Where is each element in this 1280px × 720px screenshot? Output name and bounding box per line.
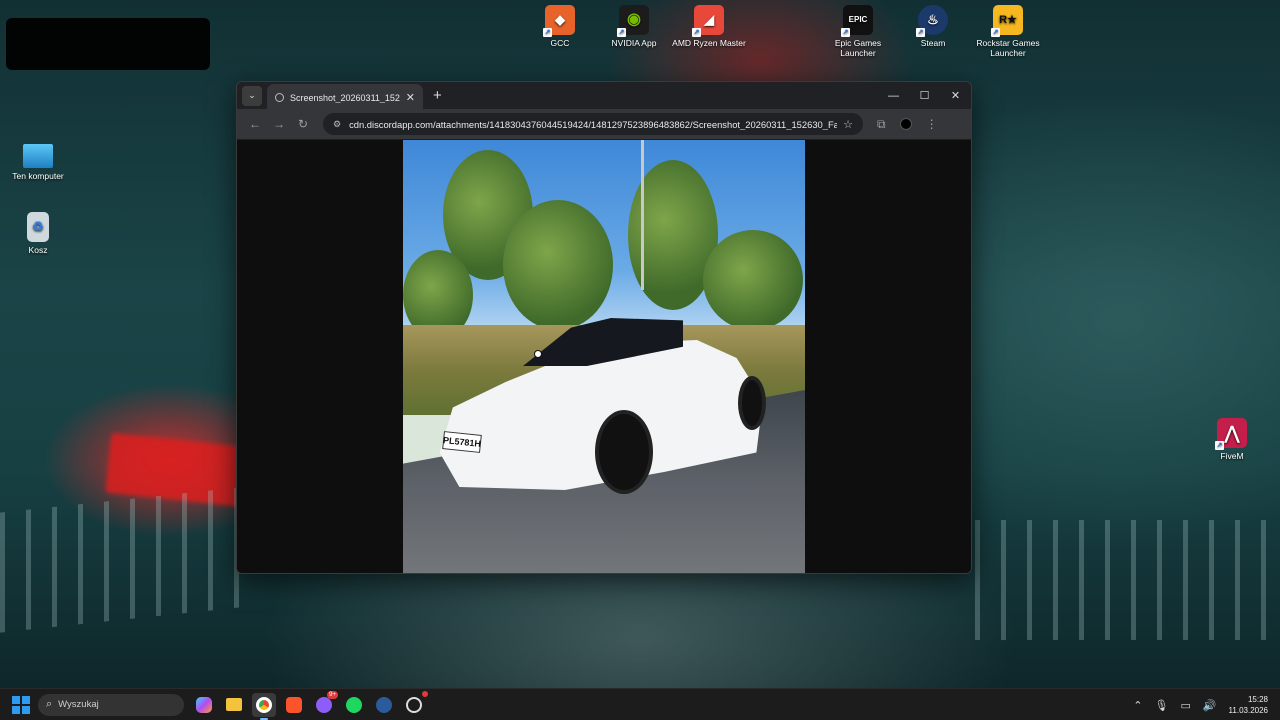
clock-date: 11.03.2026 [1228,706,1268,715]
desktop-icon-label: AMD Ryzen Master [672,38,746,48]
start-button[interactable] [12,695,30,714]
close-tab-icon[interactable]: ✕ [406,91,415,104]
epic-games-icon: EPIC ↗ [841,5,873,37]
messenger-icon[interactable]: 9+ [312,690,338,717]
window-controls: — ☐ ✕ [878,82,971,109]
chevron-up-icon[interactable]: ⌃ [1133,699,1142,712]
light-pole [641,140,644,290]
page-viewport: PL5781H [237,140,971,573]
license-plate: PL5781H [442,431,482,453]
desktop-icon-steam[interactable]: ♨ ↗ Steam [895,5,971,48]
desktop-icon-label: NVIDIA App [611,38,657,48]
nvidia-icon: ◉ ↗ [617,5,649,37]
minimize-button[interactable]: — [878,82,909,109]
address-bar[interactable]: ⚙ cdn.discordapp.com/attachments/1418304… [323,113,863,135]
recycle-bin-icon: ♻ [27,212,49,242]
profile-avatar[interactable] [899,118,912,130]
clock-time: 15:28 [1247,695,1268,704]
chrome-icon[interactable] [252,692,276,720]
extensions-icon[interactable]: ⧉ [877,117,886,132]
tree [703,230,803,330]
new-tab-button[interactable]: + [433,87,442,104]
back-button[interactable]: ← [243,117,267,131]
desktop-icon-label: GCC [550,38,570,48]
volume-icon[interactable]: 🔊 [1203,699,1217,712]
desktop-icon-nvidia[interactable]: ◉ ↗ NVIDIA App [596,5,672,48]
taskbar-search[interactable]: ⌕ Wyszukaj [38,693,184,716]
desktop-icon-epic[interactable]: EPIC ↗ Epic Games Launcher [820,5,896,58]
tab-search-button[interactable]: ⌄ [242,85,262,106]
railing-left [0,487,240,633]
forward-button[interactable]: → [267,117,291,131]
url-text: cdn.discordapp.com/attachments/141830437… [349,118,838,130]
reload-button[interactable]: ↻ [291,117,315,131]
brave-icon[interactable] [282,693,306,717]
front-wheel [595,410,653,494]
desktop-icon-amd[interactable]: ◢ ↗ AMD Ryzen Master [671,5,747,48]
this-pc-icon [23,144,53,168]
system-tray: ⌃ 🎙 ▭ 🔊 15:28 11.03.2026 [1133,689,1268,720]
redacted-patch [6,18,210,70]
browser-toolbar: ← → ↻ ⚙ cdn.discordapp.com/attachments/1… [237,109,971,139]
file-explorer-icon[interactable] [222,693,246,717]
tab-title: Screenshot_20260311_152630_ [290,92,400,103]
steam-taskbar-icon[interactable] [372,693,396,717]
browser-window: ⌄ Screenshot_20260311_152630_ ✕ + — ☐ ✕ … [236,81,972,574]
microphone-icon[interactable]: 🎙 [1154,699,1168,712]
tab-active[interactable]: Screenshot_20260311_152630_ ✕ [267,84,423,111]
amd-icon: ◢ ↗ [692,5,724,37]
maximize-button[interactable]: ☐ [909,82,940,109]
menu-dots-icon[interactable]: ⋮ [926,117,938,131]
desktop-icon-label: FiveM [1220,451,1244,461]
desktop-icon-gcc[interactable]: ◆ ↗ GCC [522,5,598,48]
rockstar-icon: R★ ↗ [991,5,1023,37]
search-icon: ⌕ [46,698,53,710]
desktop-icon-label: Steam [920,38,946,48]
mouse-cursor [534,350,542,358]
desktop-icon-rockstar[interactable]: R★ ↗ Rockstar Games Launcher [970,5,1046,58]
desktop-icon-label: Rockstar Games Launcher [976,38,1040,58]
rear-wheel [738,376,766,430]
taskbar: ⌕ Wyszukaj 9+ ⌃ 🎙 ▭ 🔊 15:28 11.03.2026 [0,688,1280,720]
desktop-icon-this-pc[interactable]: Ten komputer [0,144,76,181]
close-window-button[interactable]: ✕ [940,82,971,109]
copilot-icon[interactable] [192,693,216,717]
desktop-icon-label: Kosz [28,245,48,255]
bookmark-star-icon[interactable]: ☆ [843,118,853,131]
clock[interactable]: 15:28 11.03.2026 [1229,694,1268,716]
notification-badge: 9+ [327,690,338,699]
app-launcher-icon[interactable] [402,690,428,717]
tab-strip: ⌄ Screenshot_20260311_152630_ ✕ + — ☐ ✕ [237,82,971,111]
car-photo[interactable]: PL5781H [403,140,805,573]
gcc-icon: ◆ ↗ [543,5,575,37]
spotify-icon[interactable] [342,693,366,717]
desktop-icon-fivem[interactable]: ⋀ ↗ FiveM [1194,418,1270,461]
desktop-icon-label: Ten komputer [12,171,64,181]
globe-icon [275,93,284,102]
tree [503,200,613,330]
desktop-icon-recycle-bin[interactable]: ♻ Kosz [0,212,76,255]
fivem-icon: ⋀ ↗ [1215,418,1247,450]
site-info-icon[interactable]: ⚙ [333,119,341,130]
desktop-icon-label: Epic Games Launcher [834,38,882,58]
railing-right [975,520,1280,640]
search-placeholder: Wyszukaj [58,699,99,710]
taskbar-apps: 9+ [192,690,428,720]
display-icon[interactable]: ▭ [1180,699,1190,712]
steam-icon: ♨ ↗ [916,5,948,37]
